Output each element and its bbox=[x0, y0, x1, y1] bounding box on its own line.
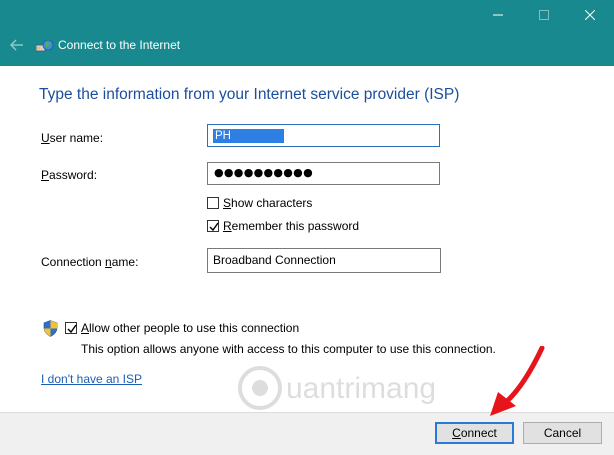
nav-bar: Connect to the Internet bbox=[0, 30, 614, 62]
allow-others-label[interactable]: Allow other people to use this connectio… bbox=[81, 321, 299, 335]
no-isp-link[interactable]: I don't have an ISP bbox=[41, 372, 142, 386]
remember-password-label[interactable]: Remember this password bbox=[223, 219, 359, 233]
remember-password-checkbox[interactable] bbox=[207, 220, 219, 232]
minimize-icon bbox=[493, 14, 503, 16]
username-highlight bbox=[230, 129, 284, 143]
svg-text:uantrimang: uantrimang bbox=[286, 372, 436, 405]
username-field[interactable]: PH bbox=[207, 124, 440, 147]
connection-name-label: Connection name: bbox=[41, 255, 139, 269]
password-label: Password: bbox=[41, 168, 98, 182]
window-title: Connect to the Internet bbox=[58, 38, 181, 52]
password-masked-value: ●●●●●●●●●● bbox=[214, 166, 313, 179]
red-arrow-annotation bbox=[490, 346, 545, 416]
checkmark-icon bbox=[67, 324, 77, 334]
back-arrow-icon[interactable] bbox=[8, 36, 26, 54]
allow-others-checkbox[interactable] bbox=[65, 322, 77, 334]
close-icon bbox=[585, 10, 595, 20]
uac-shield-icon bbox=[43, 320, 58, 337]
show-characters-checkbox[interactable] bbox=[207, 197, 219, 209]
network-globe-icon bbox=[36, 39, 54, 52]
checkmark-icon bbox=[209, 222, 219, 232]
close-button[interactable] bbox=[567, 4, 613, 26]
show-characters-label[interactable]: Show characters bbox=[223, 196, 312, 210]
allow-others-description: This option allows anyone with access to… bbox=[81, 342, 496, 356]
cancel-button[interactable]: Cancel bbox=[523, 422, 602, 444]
connection-name-field[interactable]: Broadband Connection bbox=[207, 248, 441, 273]
maximize-icon bbox=[539, 10, 549, 20]
title-bar: Connect to the Internet bbox=[0, 0, 614, 66]
password-field[interactable]: ●●●●●●●●●● bbox=[207, 162, 440, 185]
connection-name-value: Broadband Connection bbox=[213, 253, 336, 267]
maximize-button[interactable] bbox=[521, 4, 567, 26]
username-label: User name: bbox=[41, 131, 104, 145]
minimize-button[interactable] bbox=[475, 4, 521, 26]
page-heading: Type the information from your Internet … bbox=[39, 86, 460, 103]
connect-button[interactable]: Connect bbox=[435, 422, 514, 444]
watermark-logo: uantrimang bbox=[238, 366, 436, 410]
